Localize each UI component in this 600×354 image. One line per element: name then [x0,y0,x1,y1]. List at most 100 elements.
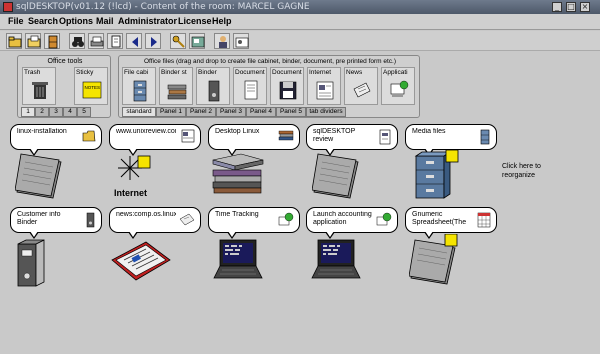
binder-stack-icon [167,84,187,100]
forward-arrow-icon[interactable] [145,33,161,49]
desktop-item-linux-installation[interactable]: linux-installation [10,124,102,156]
sticky-note-icon: NOTES [82,81,102,99]
desktop-item-launch-accounting[interactable]: Launch accounting application [306,207,398,239]
tools-tab-3[interactable]: 3 [49,107,63,117]
menu-options[interactable]: Options [59,16,93,26]
files-tab-panel-3[interactable]: Panel 3 [216,107,246,117]
file-cabinet-icon [133,80,147,102]
binder-tool[interactable]: Binder [196,67,230,105]
document-icon [244,80,258,100]
files-tab-panel-1[interactable]: Panel 1 [156,107,186,117]
office-tools-panel: Office tools Trash Sticky NOTES 1 2 3 4 … [17,55,111,118]
desktop-item-customer-binder[interactable]: Customer info Binder [10,207,102,239]
binder-stack-label: Binder st [161,69,187,76]
picture-icon[interactable] [189,33,205,49]
app-icon [278,212,294,226]
svg-text:NOTES: NOTES [85,85,101,90]
menu-license[interactable]: License [178,16,212,26]
office-tools-title: Office tools [47,58,83,65]
item-label: sqlDESKTOP review [313,128,356,143]
internet-icon[interactable]: Internet [112,150,160,200]
files-tab-panel-5[interactable]: Panel 5 [276,107,306,117]
spreadsheet-icon [477,212,491,228]
file-cabinet-large-icon[interactable] [412,150,462,200]
internet-label: Internet [309,69,332,76]
document-stack-icon[interactable] [409,234,461,286]
menu-mail[interactable]: Mail [96,16,114,26]
files-tab-panel-4[interactable]: Panel 4 [246,107,276,117]
item-label: Time Tracking [215,211,259,218]
desktop-item-news-comp-os-linux[interactable]: news:comp.os.linux [109,207,201,239]
trash-label: Trash [24,69,41,76]
floppy-icon [279,81,297,100]
tools-tab-4[interactable]: 4 [63,107,77,117]
laptop-icon[interactable] [310,238,362,286]
desktop-item-media-files[interactable]: Media files [405,124,497,156]
trash-tool[interactable]: Trash [22,67,56,105]
document-tool[interactable]: Document [233,67,267,105]
item-label: Launch accounting application [313,211,372,226]
desktop-item-time-tracking[interactable]: Time Tracking [208,207,300,239]
trash-icon [32,82,48,99]
app-icon[interactable] [3,2,13,12]
menu-administrator[interactable]: Administrator [118,16,177,26]
item-label: Media files [412,128,446,135]
back-arrow-icon[interactable] [126,33,142,49]
desktop-item-desktop-linux[interactable]: Desktop Linux [208,124,300,156]
desktop-item-gnumeric[interactable]: Gnumeric Spreadsheet(The [405,207,497,239]
toolbar [0,31,600,51]
binder-stack-tool[interactable]: Binder st [159,67,193,105]
maximize-button[interactable]: □ [566,2,576,12]
books-stack-icon[interactable] [211,152,265,194]
internet-caption: Internet [114,188,147,198]
title-bar: sqlDESKTOP(v01.12 (!lcd) - Content of th… [0,0,600,14]
file-cabinet-tool[interactable]: File cabi [122,67,156,105]
open-folder-icon[interactable] [25,33,41,49]
file-cabinet-label: File cabi [124,69,149,76]
files-tab-dividers[interactable]: tab dividers [306,107,346,117]
newspaper-icon [353,82,371,98]
binoculars-icon[interactable] [69,33,85,49]
user-card-icon[interactable] [233,33,249,49]
tools-tab-5[interactable]: 5 [77,107,91,117]
news-tool[interactable]: News [344,67,378,105]
desktop-item-sqldesktop-review[interactable]: sqlDESKTOP review [306,124,398,156]
news-label: News [346,69,363,76]
web-page-icon [316,81,334,100]
folder-icon[interactable] [6,33,22,49]
menu-help[interactable]: Help [212,16,232,26]
key-icon[interactable] [170,33,186,49]
sticky-tool[interactable]: Sticky NOTES [74,67,108,105]
document-stack-icon[interactable] [312,152,362,200]
cabinet-icon[interactable] [44,33,60,49]
printer-icon[interactable] [88,33,104,49]
page-icon[interactable] [107,33,123,49]
folder-icon [82,130,96,142]
document-form-label: Document [272,69,302,76]
desktop-item-unixreview[interactable]: www.unixreview.com [109,124,201,156]
internet-tool[interactable]: Internet [307,67,341,105]
application-label: Applicati [383,69,408,76]
menu-bar: File Search Options Mail Administrator L… [0,14,600,30]
document-form-tool[interactable]: Document [270,67,304,105]
item-label: linux-installation [17,128,67,135]
application-tool[interactable]: Applicati [381,67,415,105]
minimize-button[interactable]: _ [552,2,562,12]
tools-tab-2[interactable]: 2 [35,107,49,117]
menu-file[interactable]: File [8,16,24,26]
user-icon[interactable] [214,33,230,49]
document-label: Document [235,69,265,76]
close-button[interactable]: × [580,2,590,12]
files-tab-panel-2[interactable]: Panel 2 [186,107,216,117]
laptop-icon[interactable] [212,238,264,286]
app-icon [376,212,392,226]
document-stack-icon[interactable] [15,152,65,200]
reorganize-hint[interactable]: Click here to reorganize [502,162,562,180]
newspaper-large-icon[interactable] [110,238,172,284]
binder-large-icon[interactable] [14,238,50,288]
item-label: www.unixreview.com [116,128,176,135]
menu-search[interactable]: Search [28,16,58,26]
tools-tab-1[interactable]: 1 [21,107,35,117]
item-label: Gnumeric Spreadsheet(The [412,211,467,226]
files-tab-standard[interactable]: standard [122,107,156,117]
